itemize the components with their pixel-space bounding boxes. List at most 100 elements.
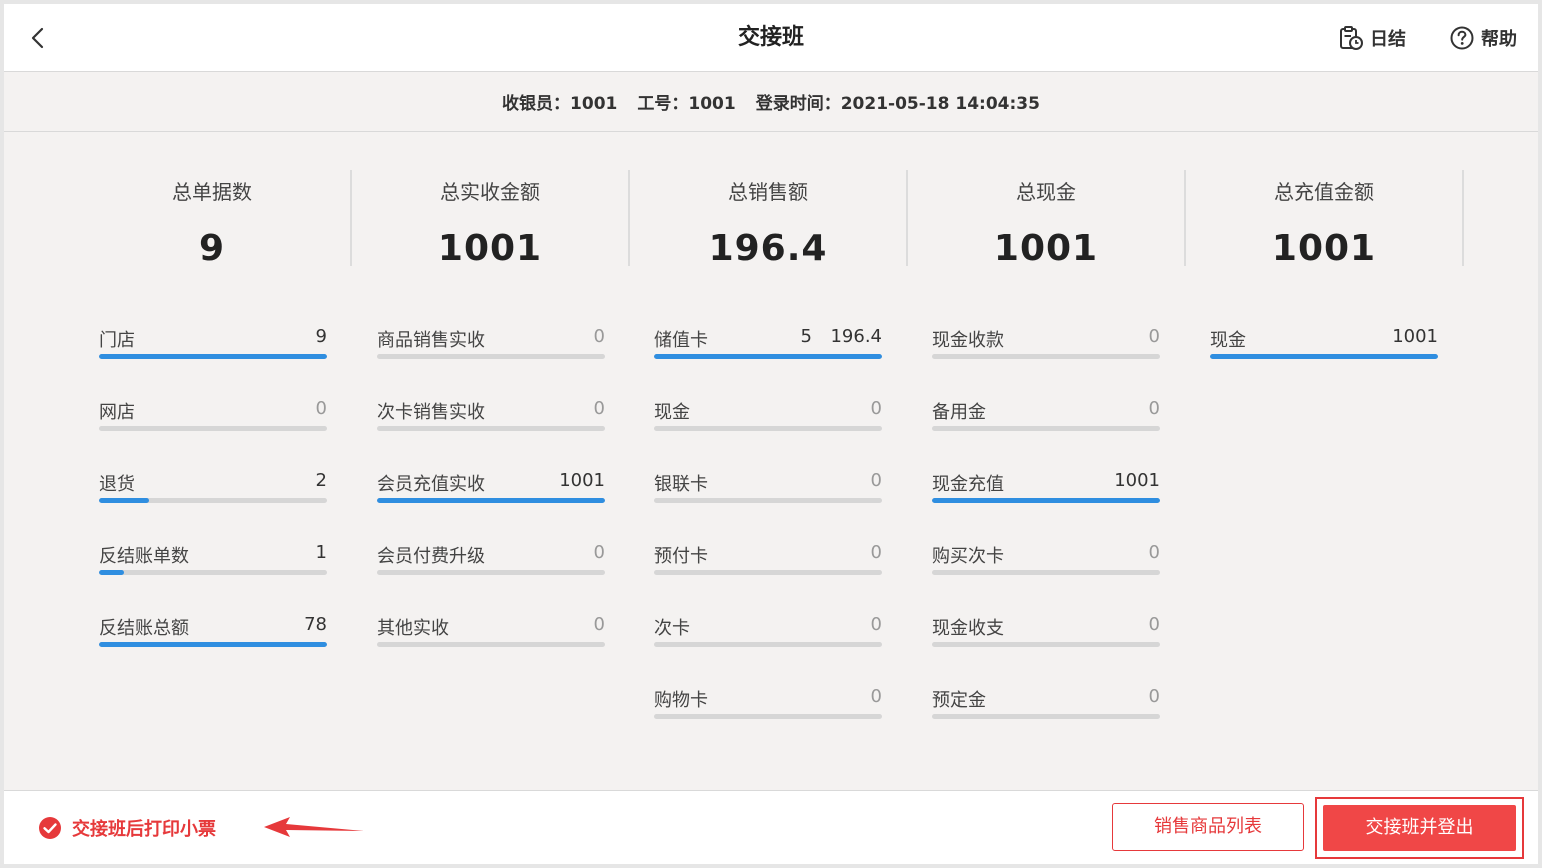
summary-stat-value: 196.4 bbox=[708, 228, 828, 269]
summary-stat: 总单据数 9 bbox=[74, 170, 352, 269]
detail-item-label: 反结账单数 bbox=[99, 546, 189, 567]
detail-item: 购买次卡 0 bbox=[932, 538, 1160, 610]
summary-stat-value: 9 bbox=[198, 228, 226, 269]
detail-progress-track bbox=[99, 354, 327, 359]
detail-progress-track bbox=[654, 354, 882, 359]
detail-item-value: 0 bbox=[1148, 398, 1160, 419]
bottom-bar: 交接班后打印小票 销售商品列表 交接班并登出 bbox=[4, 790, 1538, 864]
detail-progress-fill bbox=[1210, 354, 1438, 359]
handover-window: 交接班 日结 帮助 收银员：1001 工号：1001 登录时间：2021-05-… bbox=[4, 4, 1538, 864]
detail-item-value: 9 bbox=[315, 326, 327, 347]
detail-item-value: 0 bbox=[593, 326, 605, 347]
summary-stat-label: 总现金 bbox=[1016, 180, 1076, 204]
detail-item-label: 会员充值实收 bbox=[377, 474, 485, 495]
detail-progress-track bbox=[377, 354, 605, 359]
detail-item-value: 196.4 bbox=[830, 326, 882, 347]
detail-item-label: 退货 bbox=[99, 474, 135, 495]
summary-stat: 总充值金额 1001 bbox=[1186, 170, 1464, 269]
detail-item-label: 网店 bbox=[99, 402, 135, 423]
detail-progress-track bbox=[99, 498, 327, 503]
help-button[interactable]: 帮助 bbox=[1449, 22, 1517, 54]
detail-progress-track bbox=[932, 498, 1160, 503]
detail-progress-track bbox=[932, 714, 1160, 719]
detail-item: 反结账总额 78 bbox=[99, 610, 327, 682]
detail-progress-track bbox=[654, 642, 882, 647]
detail-item-label: 门店 bbox=[99, 330, 135, 351]
detail-progress-fill bbox=[654, 354, 882, 359]
detail-progress-track bbox=[654, 714, 882, 719]
summary-stat-label: 总销售额 bbox=[728, 180, 808, 204]
chevron-left-icon bbox=[31, 27, 44, 49]
detail-item: 现金收款 0 bbox=[932, 322, 1160, 394]
detail-item: 商品销售实收 0 bbox=[377, 322, 605, 394]
daily-close-button[interactable]: 日结 bbox=[1338, 22, 1406, 54]
detail-progress-track bbox=[654, 570, 882, 575]
detail-progress-track bbox=[932, 570, 1160, 575]
detail-item-label: 购买次卡 bbox=[932, 546, 1004, 567]
detail-progress-track bbox=[932, 642, 1160, 647]
detail-item-count: 5 bbox=[800, 326, 812, 347]
daily-close-label: 日结 bbox=[1370, 29, 1406, 50]
detail-item-label: 银联卡 bbox=[654, 474, 708, 495]
detail-item: 预付卡 0 bbox=[654, 538, 882, 610]
detail-column: 储值卡 5 196.4 现金 0 银联卡 0 预付卡 0 次卡 0 购物卡 0 bbox=[654, 322, 882, 754]
detail-progress-fill bbox=[99, 498, 150, 503]
detail-item-label: 预付卡 bbox=[654, 546, 708, 567]
detail-item-label: 会员付费升级 bbox=[377, 546, 485, 567]
detail-item-value: 78 bbox=[304, 614, 327, 635]
detail-item-value: 0 bbox=[870, 542, 882, 563]
detail-column: 现金收款 0 备用金 0 现金充值 1001 购买次卡 0 现金收支 0 预定金 0 bbox=[932, 322, 1160, 754]
sales-products-list-button[interactable]: 销售商品列表 bbox=[1112, 803, 1304, 851]
detail-item-value: 1 bbox=[315, 542, 327, 563]
summary-stat-label: 总单据数 bbox=[172, 180, 252, 204]
detail-item-label: 其他实收 bbox=[377, 618, 449, 639]
detail-progress-track bbox=[99, 642, 327, 647]
detail-progress-track bbox=[1210, 354, 1438, 359]
annotation-arrow-icon bbox=[264, 817, 364, 837]
detail-item-label: 现金收款 bbox=[932, 330, 1004, 351]
detail-progress-track bbox=[377, 570, 605, 575]
detail-item-label: 次卡销售实收 bbox=[377, 402, 485, 423]
detail-column: 现金 1001 bbox=[1210, 322, 1438, 394]
detail-item: 会员付费升级 0 bbox=[377, 538, 605, 610]
detail-item-value: 0 bbox=[1148, 614, 1160, 635]
detail-item: 门店 9 bbox=[99, 322, 327, 394]
logout-button-highlight: 交接班并登出 bbox=[1315, 797, 1524, 859]
detail-progress-track bbox=[99, 426, 327, 431]
detail-item: 预定金 0 bbox=[932, 682, 1160, 754]
detail-item: 备用金 0 bbox=[932, 394, 1160, 466]
detail-progress-track bbox=[654, 498, 882, 503]
detail-item-label: 现金 bbox=[1210, 330, 1246, 351]
detail-item-value: 0 bbox=[1148, 326, 1160, 347]
detail-item-label: 次卡 bbox=[654, 618, 690, 639]
clipboard-clock-icon bbox=[1340, 26, 1363, 50]
detail-item-label: 预定金 bbox=[932, 690, 986, 711]
summary-stat-value: 1001 bbox=[1271, 228, 1377, 269]
detail-item-value: 1001 bbox=[1114, 470, 1160, 491]
detail-progress-track bbox=[932, 354, 1160, 359]
summary-stat: 总现金 1001 bbox=[908, 170, 1186, 269]
summary-stat: 总实收金额 1001 bbox=[352, 170, 630, 269]
detail-progress-fill bbox=[932, 498, 1160, 503]
detail-item-value: 0 bbox=[870, 398, 882, 419]
detail-item-value: 0 bbox=[593, 614, 605, 635]
detail-item-value: 0 bbox=[870, 470, 882, 491]
detail-item-label: 商品销售实收 bbox=[377, 330, 485, 351]
summary-stat-value: 1001 bbox=[993, 228, 1099, 269]
handover-logout-button[interactable]: 交接班并登出 bbox=[1323, 805, 1516, 851]
detail-column: 门店 9 网店 0 退货 2 反结账单数 1 反结账总额 78 bbox=[99, 322, 327, 682]
detail-item: 反结账单数 1 bbox=[99, 538, 327, 610]
print-receipt-toggle[interactable]: 交接班后打印小票 bbox=[38, 815, 216, 841]
back-button[interactable] bbox=[22, 22, 54, 54]
help-circle-icon bbox=[1450, 26, 1474, 50]
detail-item-label: 储值卡 bbox=[654, 330, 708, 351]
detail-item: 银联卡 0 bbox=[654, 466, 882, 538]
detail-item: 储值卡 5 196.4 bbox=[654, 322, 882, 394]
detail-item: 现金 1001 bbox=[1210, 322, 1438, 394]
detail-item: 现金 0 bbox=[654, 394, 882, 466]
detail-item-value: 0 bbox=[593, 542, 605, 563]
detail-item-label: 现金 bbox=[654, 402, 690, 423]
detail-item-value: 1001 bbox=[559, 470, 605, 491]
detail-item: 退货 2 bbox=[99, 466, 327, 538]
detail-item: 其他实收 0 bbox=[377, 610, 605, 682]
